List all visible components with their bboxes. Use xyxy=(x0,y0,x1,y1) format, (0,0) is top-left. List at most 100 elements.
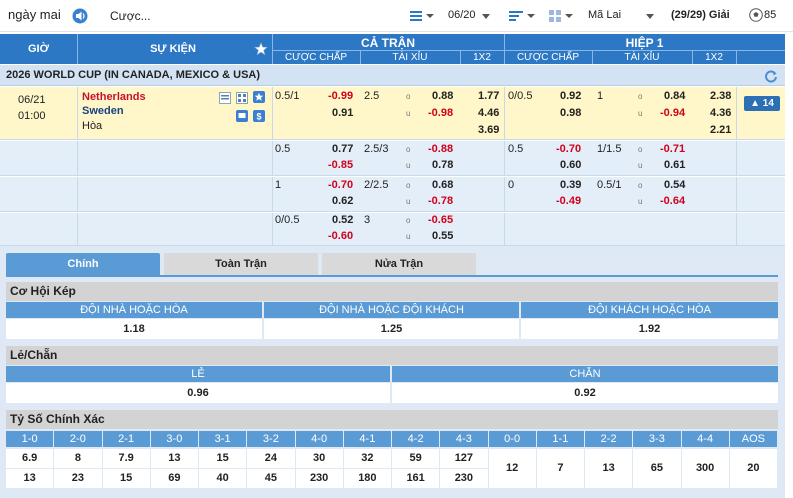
chevron-down-icon[interactable] xyxy=(646,14,654,19)
more-markets-button[interactable]: ▲ 14 xyxy=(744,96,780,111)
correct-score-odds[interactable]: 8 xyxy=(54,449,102,468)
h1-1x2-home-odds[interactable]: 2.38 xyxy=(710,90,731,102)
chevron-down-icon[interactable] xyxy=(482,14,490,19)
date-select[interactable]: 06/20 xyxy=(448,9,476,21)
correct-score-odds[interactable]: 180 xyxy=(343,469,391,488)
correct-score-odds[interactable]: 24 xyxy=(247,449,295,468)
correct-score-odds[interactable]: 32 xyxy=(343,449,391,468)
correct-score-odds[interactable]: 230 xyxy=(295,469,343,488)
ft-under-odds[interactable]: 0.78 xyxy=(432,159,453,171)
tab-main[interactable]: Chính xyxy=(6,253,160,275)
home-team[interactable]: Netherlands xyxy=(82,91,146,103)
ft-handicap-home-odds[interactable]: -0.99 xyxy=(328,90,353,102)
ft-1x2-draw-odds[interactable]: 3.69 xyxy=(478,124,499,136)
correct-score-head: 0-0 xyxy=(488,431,536,447)
ft-handicap-home-odds[interactable]: 0.52 xyxy=(332,214,353,226)
away-team[interactable]: Sweden xyxy=(82,105,124,117)
h1-handicap-away-odds[interactable]: 0.60 xyxy=(560,159,581,171)
h1-under-odds[interactable]: -0.64 xyxy=(660,195,685,207)
h1-1x2-away-odds[interactable]: 4.36 xyxy=(710,107,731,119)
correct-score-odds[interactable]: 30 xyxy=(295,449,343,468)
ft-under-odds[interactable]: -0.98 xyxy=(428,107,453,119)
h1-1x2-draw-odds[interactable]: 2.21 xyxy=(710,124,731,136)
correct-score-odds[interactable]: 13 xyxy=(585,449,633,488)
correct-score-odds[interactable]: 45 xyxy=(247,469,295,488)
ft-over-odds[interactable]: -0.65 xyxy=(428,214,453,226)
correct-score-odds[interactable]: 15 xyxy=(102,469,150,488)
ft-over-odds[interactable]: 0.88 xyxy=(432,90,453,102)
odds-type-select[interactable]: Cược... xyxy=(110,9,151,23)
h1-handicap-away-odds[interactable]: -0.49 xyxy=(556,195,581,207)
grid-view-icon[interactable] xyxy=(548,9,574,23)
under-tag: u xyxy=(406,232,411,241)
correct-score-odds[interactable]: 300 xyxy=(681,449,729,488)
double-chance-odds[interactable]: 1.25 xyxy=(264,319,519,339)
ft-handicap-line: 0.5 xyxy=(275,143,291,155)
correct-score-odds[interactable]: 7.9 xyxy=(102,449,150,468)
lineup-icon[interactable] xyxy=(236,92,248,104)
correct-score-odds[interactable]: 6.9 xyxy=(6,449,54,468)
day-label[interactable]: ngày mai xyxy=(8,7,61,22)
tab-half-match[interactable]: Nửa Trận xyxy=(322,253,476,275)
correct-score-odds[interactable]: 230 xyxy=(440,469,488,488)
odd-even-odds[interactable]: 0.96 xyxy=(6,383,390,403)
ft-handicap-home-odds[interactable]: -0.70 xyxy=(328,179,353,191)
ft-handicap-away-odds[interactable]: -0.85 xyxy=(328,159,353,171)
tab-full-match[interactable]: Toàn Trận xyxy=(164,253,318,275)
h1-handicap-home-odds[interactable]: -0.70 xyxy=(556,143,581,155)
sort-list-icon[interactable] xyxy=(508,8,538,24)
refresh-icon[interactable] xyxy=(764,69,778,83)
double-chance-odds[interactable]: 1.18 xyxy=(6,319,262,339)
h1-under-odds[interactable]: 0.61 xyxy=(664,159,685,171)
favorite-star-icon[interactable] xyxy=(253,91,265,103)
correct-score-odds[interactable]: 13 xyxy=(150,449,198,468)
h1-handicap-home-odds[interactable]: 0.39 xyxy=(560,179,581,191)
language-select[interactable]: Mã Lai xyxy=(588,9,621,21)
draw-label: Hòa xyxy=(82,120,103,132)
correct-score-odds[interactable]: 161 xyxy=(392,469,440,488)
star-icon[interactable] xyxy=(254,42,268,56)
odd-even-odds[interactable]: 0.92 xyxy=(392,383,778,403)
league-header[interactable]: 2026 WORLD CUP (IN CANADA, MEXICO & USA) xyxy=(0,65,785,86)
correct-score-odds[interactable]: 69 xyxy=(150,469,198,488)
correct-score-head: 4-0 xyxy=(295,431,343,447)
ft-over-odds[interactable]: 0.68 xyxy=(432,179,453,191)
correct-score-odds[interactable]: 65 xyxy=(633,449,681,488)
ft-ou-line: 2/2.5 xyxy=(364,179,389,191)
correct-score-odds[interactable]: 23 xyxy=(54,469,102,488)
ft-handicap-away-odds[interactable]: 0.91 xyxy=(332,107,353,119)
ft-under-odds[interactable]: -0.78 xyxy=(428,195,453,207)
correct-score-odds[interactable]: 15 xyxy=(199,449,247,468)
ft-handicap-home-odds[interactable]: 0.77 xyxy=(332,143,353,155)
under-tag: u xyxy=(406,109,411,118)
h1-over-odds[interactable]: 0.54 xyxy=(664,179,685,191)
correct-score-odds[interactable]: 127 xyxy=(440,449,488,468)
ft-handicap-away-odds[interactable]: -0.60 xyxy=(328,230,353,242)
ft-over-odds[interactable]: -0.88 xyxy=(428,143,453,155)
ft-handicap-away-odds[interactable]: 0.62 xyxy=(332,195,353,207)
odd-even-head: CHẴN xyxy=(392,366,778,382)
h1-under-odds[interactable]: -0.94 xyxy=(660,107,685,119)
cashout-icon[interactable]: $ xyxy=(253,110,265,122)
h1-handicap-home-odds[interactable]: 0.92 xyxy=(560,90,581,102)
correct-score-odds[interactable]: 7 xyxy=(536,449,584,488)
correct-score-odds[interactable]: 40 xyxy=(199,469,247,488)
correct-score-odds[interactable]: 12 xyxy=(488,449,536,488)
stats-icon[interactable] xyxy=(219,92,231,104)
double-chance-odds[interactable]: 1.92 xyxy=(521,319,778,339)
correct-score-odds[interactable]: 20 xyxy=(729,449,777,488)
ft-1x2-home-odds[interactable]: 1.77 xyxy=(478,90,499,102)
tournament-count[interactable]: (29/29) Giải xyxy=(671,9,730,21)
ft-under-odds[interactable]: 0.55 xyxy=(432,230,453,242)
odd-even-head: LẺ xyxy=(6,366,390,382)
correct-score-odds[interactable]: 13 xyxy=(6,469,54,488)
filter-icon[interactable] xyxy=(409,8,437,24)
correct-score-odds[interactable]: 59 xyxy=(392,449,440,468)
h1-over-odds[interactable]: 0.84 xyxy=(664,90,685,102)
h1-handicap-away-odds[interactable]: 0.98 xyxy=(560,107,581,119)
ft-1x2-away-odds[interactable]: 4.46 xyxy=(478,107,499,119)
h1-over-odds[interactable]: -0.71 xyxy=(660,143,685,155)
tv-icon[interactable] xyxy=(236,110,248,122)
double-chance-head: ĐỘI KHÁCH HOẶC HÒA xyxy=(521,302,778,318)
speaker-icon[interactable] xyxy=(72,8,90,24)
